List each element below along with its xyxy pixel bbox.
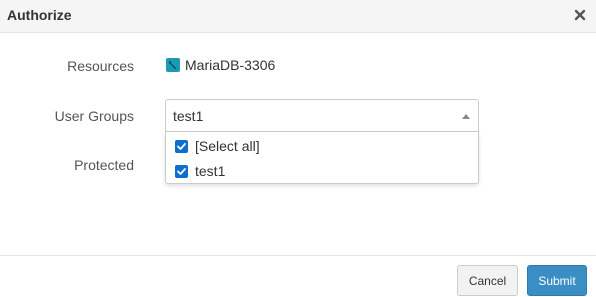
dialog-header: Authorize [0,0,596,33]
dropdown-option-select-all[interactable]: [Select all] [175,138,260,154]
user-groups-label: User Groups [54,108,134,124]
dropdown-option-label: [Select all] [195,138,260,154]
dropdown-option-label: test1 [195,163,226,179]
dropdown-option-test1[interactable]: test1 [175,163,225,179]
authorize-dialog: Authorize Resources MariaDB-3306 User Gr… [0,0,596,297]
close-icon[interactable] [573,7,587,23]
user-groups-dropdown: [Select all] test1 [165,132,479,184]
user-groups-value: test1 [173,108,204,124]
submit-button[interactable]: Submit [527,265,587,296]
checkbox-checked-icon[interactable] [175,164,188,178]
caret-up-icon [462,114,470,119]
resource-name: MariaDB-3306 [185,57,276,73]
protected-label: Protected [74,157,134,173]
checkbox-checked-icon[interactable] [175,139,188,153]
user-groups-select[interactable]: test1 [165,99,479,132]
cancel-button[interactable]: Cancel [457,265,518,296]
resource-item: MariaDB-3306 [166,57,275,73]
mariadb-icon [166,58,180,72]
dialog-title: Authorize [7,7,72,23]
resources-label: Resources [67,58,134,74]
